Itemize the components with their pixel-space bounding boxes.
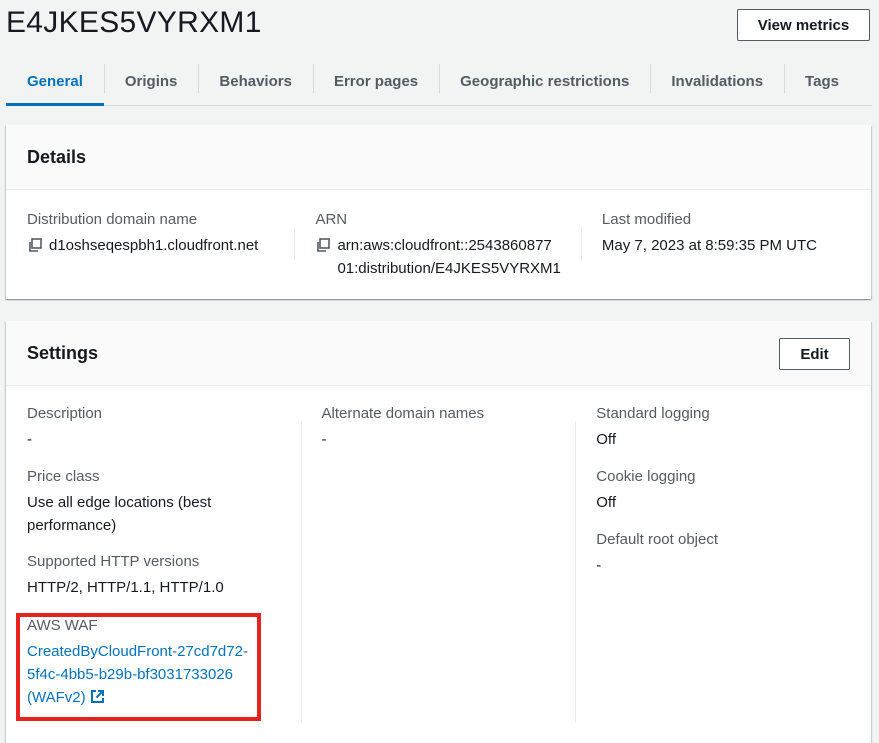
price-class-field: Price class Use all edge locations (best… [27, 466, 281, 537]
arn-value: arn:aws:cloudfront::2543860877 01:distri… [337, 234, 560, 280]
settings-title: Settings [27, 343, 99, 363]
copy-icon[interactable] [27, 234, 49, 253]
page-title: E4JKES5VYRXM1 [6, 6, 262, 39]
price-class-label: Price class [27, 468, 100, 485]
description-value: - [27, 431, 32, 448]
alternate-domains-value: - [321, 431, 327, 448]
description-field: Description - [27, 403, 281, 451]
details-header: Details [6, 125, 871, 190]
details-col-2: ARN arn:aws:cloudfront::2543860877 01:di… [294, 209, 580, 280]
domain-name-label: Distribution domain name [27, 211, 198, 228]
http-versions-value: HTTP/2, HTTP/1.1, HTTP/1.0 [27, 579, 224, 596]
page-header: E4JKES5VYRXM1 View metrics [0, 0, 879, 50]
copy-icon[interactable] [315, 234, 337, 253]
price-class-value-line-1: Use all edge locations (best [27, 494, 212, 511]
settings-col-2: Alternate domain names - [300, 403, 576, 743]
cookie-logging-field: Cookie logging Off [596, 466, 830, 514]
details-col-3: Last modified May 7, 2023 at 8:59:35 PM … [580, 209, 850, 280]
view-metrics-button[interactable]: View metrics [737, 9, 870, 41]
description-label: Description [27, 405, 103, 422]
default-root-field: Default root object - [596, 529, 830, 577]
arn-label: ARN [315, 211, 348, 228]
tab-geographic-restrictions[interactable]: Geographic restrictions [439, 58, 650, 105]
domain-name-value: d1oshseqespbh1.cloudfront.net [49, 237, 259, 254]
tab-tags[interactable]: Tags [784, 58, 860, 105]
arn-value-line-1: arn:aws:cloudfront::2543860877 [337, 237, 552, 254]
settings-col-3: Standard logging Off Cookie logging Off … [575, 403, 850, 743]
last-modified-label: Last modified [601, 211, 692, 228]
alternate-domains-field: Alternate domain names - [322, 403, 556, 451]
default-root-label: Default root object [596, 531, 719, 548]
details-title: Details [27, 147, 87, 167]
details-col-1: Distribution domain name d1oshseqespbh1.… [27, 209, 294, 280]
tab-bar: General Origins Behaviors Error pages Ge… [6, 58, 872, 106]
arn-value-line-2: 01:distribution/E4JKES5VYRXM1 [337, 260, 561, 277]
tab-invalidations[interactable]: Invalidations [650, 58, 784, 105]
standard-logging-label: Standard logging [596, 405, 710, 422]
standard-logging-value: Off [596, 431, 616, 448]
price-class-value-line-2: performance) [27, 517, 117, 534]
http-versions-field: Supported HTTP versions HTTP/2, HTTP/1.1… [27, 551, 281, 599]
waf-highlight-box [16, 613, 261, 721]
edit-button[interactable]: Edit [779, 338, 850, 370]
details-panel: Details Distribution domain name d1oshse… [6, 125, 871, 299]
last-modified-value: May 7, 2023 at 8:59:35 PM UTC [601, 237, 817, 254]
price-class-value: Use all edge locations (best performance… [27, 491, 281, 537]
tab-error-pages[interactable]: Error pages [312, 58, 439, 105]
standard-logging-field: Standard logging Off [596, 403, 830, 451]
tab-general[interactable]: General [6, 58, 104, 106]
tab-origins[interactable]: Origins [103, 58, 199, 105]
domain-name-value-row: d1oshseqespbh1.cloudfront.net [27, 234, 274, 257]
http-versions-label: Supported HTTP versions [27, 553, 200, 570]
default-root-value: - [596, 557, 602, 574]
settings-header: Settings Edit [6, 321, 871, 386]
cookie-logging-value: Off [596, 494, 616, 511]
cookie-logging-label: Cookie logging [596, 468, 696, 485]
details-columns: Distribution domain name d1oshseqespbh1.… [6, 190, 871, 280]
alternate-domains-label: Alternate domain names [321, 405, 485, 422]
tab-behaviors[interactable]: Behaviors [198, 58, 313, 105]
arn-value-row: arn:aws:cloudfront::2543860877 01:distri… [315, 234, 561, 280]
